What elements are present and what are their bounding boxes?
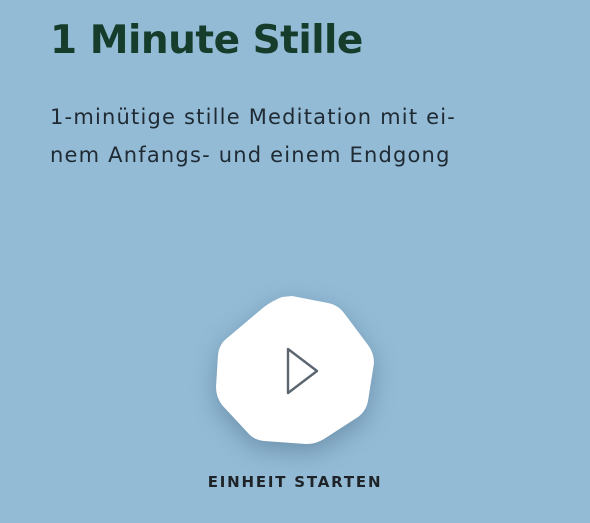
play-button[interactable] — [206, 289, 384, 455]
start-session-button[interactable]: EINHEIT STARTEN — [0, 472, 590, 492]
page-title: 1 Minute Stille — [50, 18, 363, 63]
description-line: 1-minütige stille Meditation mit ei- — [50, 105, 457, 129]
play-button-shape — [216, 296, 374, 444]
description-line: nem Anfangs- und einem Endgong — [50, 143, 451, 167]
session-description: 1-minütige stille Meditation mit ei- nem… — [50, 98, 550, 174]
